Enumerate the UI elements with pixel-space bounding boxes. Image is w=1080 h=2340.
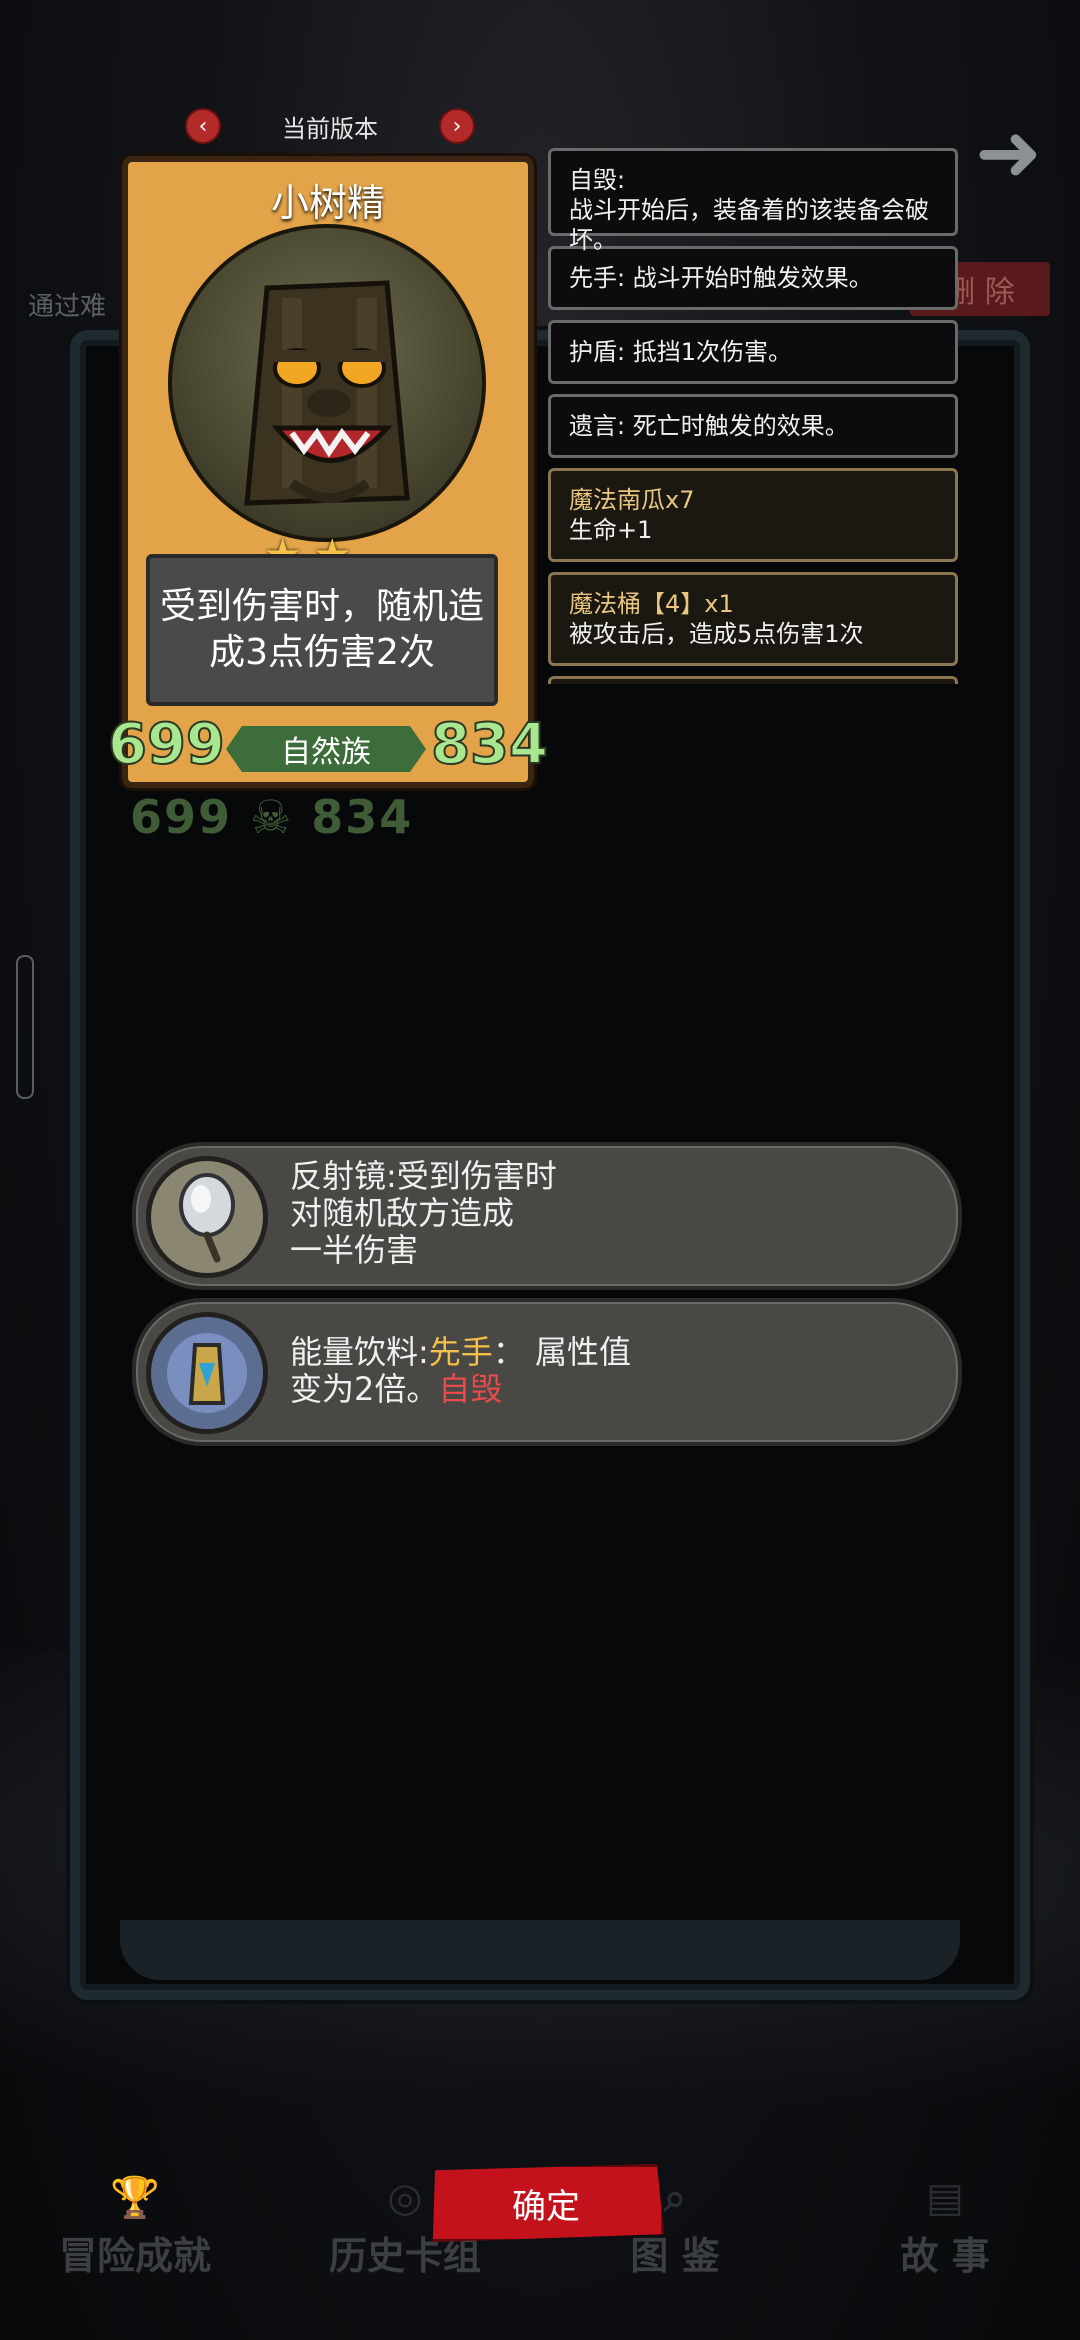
buff-magic-barrel: 魔法桶【4】x1 被攻击后，造成5点伤害1次 [548, 572, 958, 666]
nav-story[interactable]: ▤ 故 事 [810, 2175, 1080, 2280]
panel-bottom-decoration [120, 1920, 960, 1980]
unit-card: 小树精 ★ ★ 受到伤害时，随机造成3点伤害2次 699 自然族 834 [107, 156, 549, 788]
version-label: 当前版本 [282, 114, 378, 143]
side-drawer-handle[interactable] [16, 955, 34, 1099]
buff-title: 魔法南瓜x7 [569, 486, 695, 514]
keyword-shield: 护盾: 抵挡1次伤害。 [548, 320, 958, 384]
tree-spirit-portrait [168, 224, 486, 542]
tribe-label: 自然族 [226, 726, 426, 772]
equipment-text-line: 变为2倍。自毁 [290, 1371, 918, 1408]
nav-label: 冒险成就 [58, 2234, 211, 2278]
search-icon: ⌕ [663, 2175, 687, 2221]
keyword-text: 遗言: 死亡时触发的效果。 [569, 412, 849, 440]
faded-stats: 699 ☠ 834 [130, 790, 414, 844]
mirror-icon [146, 1156, 268, 1278]
history-icon: ◎ [387, 2175, 423, 2221]
next-version-button[interactable]: › [439, 108, 475, 144]
equipment-description: 能量饮料:先手： 属性值 变为2倍。自毁 [290, 1334, 918, 1408]
attack-value: 699 [107, 711, 226, 778]
nav-achievements[interactable]: 🏆 冒险成就 [0, 2175, 270, 2280]
trophy-icon: 🏆 [110, 2175, 160, 2221]
buff-text: 生命+1 [569, 516, 653, 544]
buff-text: 被攻击后，造成5点伤害1次 [569, 620, 864, 648]
buff-title: 魔法桶【4】x1 [569, 590, 734, 618]
nav-label: 故 事 [900, 2234, 990, 2278]
behind-label: 通过难 [28, 292, 107, 322]
equipment-prefix: 能量饮料: [290, 1333, 429, 1371]
keyword-deathrattle: 遗言: 死亡时触发的效果。 [548, 394, 958, 458]
equipment-text-line: 一半伤害 [290, 1231, 419, 1269]
keyword-text: 先手: 战斗开始时触发效果。 [569, 264, 873, 292]
energy-drink-icon [146, 1312, 268, 1434]
buff-magic-pumpkin: 魔法南瓜x7 生命+1 [548, 468, 958, 562]
equipment-text-mid: ： 属性值 [492, 1333, 631, 1371]
keyword-self-destruct: 自毁: 战斗开始后，装备着的该装备会破坏。 [548, 148, 958, 254]
card-stats: 699 自然族 834 [107, 711, 549, 782]
health-value: 834 [430, 711, 549, 778]
keyword-title: 自毁: [569, 166, 626, 194]
back-arrow-icon[interactable]: ➜ [975, 113, 1055, 193]
keyword-highlight-self-destruct: 自毁 [438, 1370, 503, 1408]
keyword-list: 自毁: 战斗开始后，装备着的该装备会破坏。 先手: 战斗开始时触发效果。 护盾:… [548, 148, 958, 694]
equipment-mirror[interactable]: 反射镜:受到伤害时 对随机敌方造成 一半伤害 [132, 1142, 962, 1290]
equipment-text-line2: 变为2倍。 [290, 1370, 439, 1408]
prev-version-button[interactable]: ‹ [185, 108, 221, 144]
book-icon: ▤ [926, 2175, 964, 2221]
version-nav: ‹ 当前版本 › [185, 104, 475, 148]
keyword-list-more[interactable] [548, 676, 958, 684]
confirm-button[interactable]: 确定 [432, 2164, 664, 2242]
keyword-text: 护盾: 抵挡1次伤害。 [569, 338, 792, 366]
card-name: 小树精 [270, 181, 385, 225]
card-ability-text: 受到伤害时，随机造成3点伤害2次 [146, 554, 498, 706]
equipment-text-line: 能量饮料:先手： 属性值 [290, 1334, 918, 1371]
keyword-highlight-first-strike: 先手 [428, 1333, 493, 1371]
equipment-description: 反射镜:受到伤害时 对随机敌方造成 一半伤害 [290, 1158, 918, 1269]
keyword-first-strike: 先手: 战斗开始时触发效果。 [548, 246, 958, 310]
equipment-energy-drink[interactable]: 能量饮料:先手： 属性值 变为2倍。自毁 [132, 1298, 962, 1446]
equipment-text-line: 反射镜:受到伤害时 [290, 1157, 557, 1195]
equipment-text-line: 对随机敌方造成 [290, 1194, 515, 1232]
